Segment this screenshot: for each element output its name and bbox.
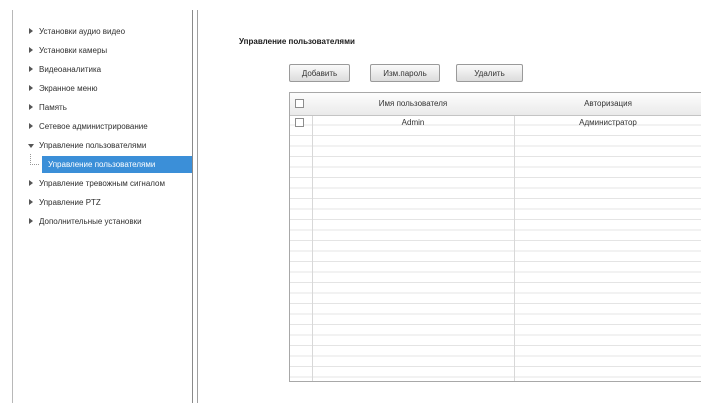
nav-subitem-user-management[interactable]: Управление пользователями xyxy=(27,154,192,173)
nav-item-ptz-management[interactable]: Управление PTZ xyxy=(27,193,165,212)
nav-item-label: Установки камеры xyxy=(39,46,108,55)
settings-nav: Установки аудио видео Установки камеры В… xyxy=(27,22,192,231)
column-header-username[interactable]: Имя пользователя xyxy=(312,93,514,115)
nav-item-label: Установки аудио видео xyxy=(39,27,126,36)
add-user-button[interactable]: Добавить xyxy=(289,64,350,82)
users-table: Имя пользователя Авторизация Admin Админ… xyxy=(289,92,701,382)
nav-item-label: Сетевое администрирование xyxy=(39,122,148,131)
column-header-authorization[interactable]: Авторизация xyxy=(514,93,701,115)
expand-arrow-icon xyxy=(29,218,33,224)
nav-item-user-management[interactable]: Управление пользователями xyxy=(27,136,165,155)
expand-arrow-icon xyxy=(29,85,33,91)
expand-arrow-icon xyxy=(29,104,33,110)
page-title: Управление пользователями xyxy=(239,37,355,46)
nav-item-audio-video-settings[interactable]: Установки аудио видео xyxy=(27,22,165,41)
expand-arrow-icon xyxy=(29,199,33,205)
table-header: Имя пользователя Авторизация xyxy=(290,93,701,116)
pane-divider-shadow xyxy=(197,10,198,403)
nav-item-label: Управление PTZ xyxy=(39,198,101,207)
sidebar: Установки аудио видео Установки камеры В… xyxy=(12,10,192,403)
expand-arrow-icon xyxy=(29,28,33,34)
change-password-button[interactable]: Изм.пароль xyxy=(370,64,440,82)
nav-item-osd-menu[interactable]: Экранное меню xyxy=(27,79,165,98)
column-divider xyxy=(514,93,515,381)
expand-arrow-icon xyxy=(29,66,33,72)
nav-item-label: Управление пользователями xyxy=(39,141,147,150)
expand-arrow-icon xyxy=(29,123,33,129)
select-all-checkbox[interactable] xyxy=(295,99,304,108)
nav-item-label: Дополнительные установки xyxy=(39,217,142,226)
cell-username: Admin xyxy=(401,118,425,127)
pane-divider[interactable] xyxy=(192,10,193,403)
cell-authorization: Администратор xyxy=(579,118,637,127)
expand-arrow-icon xyxy=(29,47,33,53)
expand-arrow-icon xyxy=(29,180,33,186)
column-divider xyxy=(312,93,313,381)
table-row[interactable]: Admin Администратор xyxy=(290,117,701,128)
nav-item-video-analytics[interactable]: Видеоаналитика xyxy=(27,60,165,79)
nav-item-label: Управление тревожным сигналом xyxy=(39,179,165,188)
nav-item-alarm-management[interactable]: Управление тревожным сигналом xyxy=(27,174,165,193)
nav-item-camera-settings[interactable]: Установки камеры xyxy=(27,41,165,60)
nav-item-label: Экранное меню xyxy=(39,84,98,93)
nav-item-additional-settings[interactable]: Дополнительные установки xyxy=(27,212,165,231)
nav-subitem-label-active: Управление пользователями xyxy=(42,156,192,173)
delete-user-button[interactable]: Удалить xyxy=(456,64,523,82)
nav-item-storage[interactable]: Память xyxy=(27,98,165,117)
nav-item-label: Память xyxy=(39,103,67,112)
tree-connector xyxy=(30,154,39,165)
row-checkbox[interactable] xyxy=(295,118,304,127)
nav-item-network-admin[interactable]: Сетевое администрирование xyxy=(27,117,165,136)
collapse-arrow-icon xyxy=(28,144,34,148)
nav-item-label: Видеоаналитика xyxy=(39,65,102,74)
